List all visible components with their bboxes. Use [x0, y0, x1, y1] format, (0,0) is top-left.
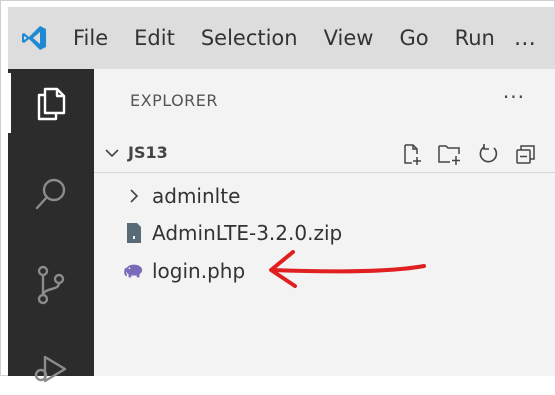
tree-item-login-php[interactable]: login.php — [124, 254, 245, 288]
menu-edit[interactable]: Edit — [121, 18, 188, 58]
tree-item-label: adminlte — [152, 184, 241, 208]
tree-item-adminlte-zip[interactable]: AdminLTE-3.2.0.zip — [124, 216, 342, 250]
menu-bar: File Edit Selection View Go Run … — [8, 7, 555, 69]
refresh-icon[interactable] — [475, 141, 501, 167]
explorer-title: EXPLORER — [130, 91, 218, 110]
zip-file-icon — [124, 221, 144, 245]
source-control-icon[interactable] — [8, 255, 94, 315]
menu-view[interactable]: View — [311, 18, 387, 58]
tree-item-label: AdminLTE-3.2.0.zip — [152, 221, 343, 245]
menu-go[interactable]: Go — [386, 18, 441, 58]
workspace-actions — [399, 139, 539, 169]
collapse-all-icon[interactable] — [513, 141, 539, 167]
workspace-section-header[interactable]: JS13 — [94, 139, 555, 169]
explorer-sidebar: EXPLORER ··· JS13 adminlte AdminLTE-3.2.… — [94, 69, 555, 376]
chevron-down-icon — [104, 143, 120, 163]
file-tree: adminlte AdminLTE-3.2.0.zip login.php — [94, 172, 555, 377]
files-icon[interactable] — [8, 73, 94, 133]
php-elephant-icon — [124, 259, 144, 283]
tree-item-label: login.php — [152, 259, 246, 283]
tree-item-adminlte[interactable]: adminlte — [124, 179, 240, 213]
search-icon[interactable] — [8, 164, 94, 224]
run-debug-icon[interactable] — [8, 335, 94, 395]
menu-file[interactable]: File — [60, 18, 121, 58]
vscode-logo-icon — [8, 7, 60, 69]
more-actions-button[interactable]: ··· — [503, 85, 525, 109]
new-file-icon[interactable] — [399, 141, 425, 167]
new-folder-icon[interactable] — [437, 141, 463, 167]
menu-overflow[interactable]: … — [508, 26, 536, 51]
activity-bar — [8, 69, 94, 383]
chevron-right-icon — [124, 184, 144, 208]
workspace-name: JS13 — [128, 143, 168, 162]
menu-run[interactable]: Run — [442, 18, 508, 58]
menu-selection[interactable]: Selection — [188, 18, 311, 58]
